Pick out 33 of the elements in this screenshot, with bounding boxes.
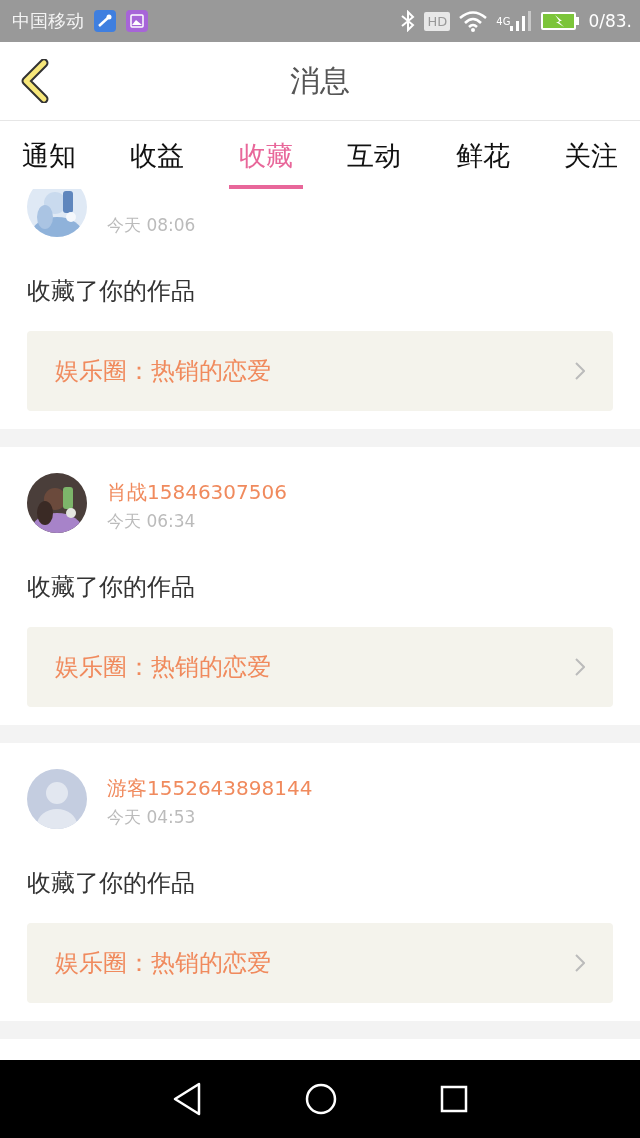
carrier-name: 中国移动: [12, 9, 84, 33]
message-text: 收藏了你的作品: [27, 572, 196, 603]
bluetooth-icon: [400, 10, 417, 32]
home-nav-icon[interactable]: [305, 1083, 337, 1115]
message-text: 收藏了你的作品: [27, 868, 196, 899]
chevron-right-icon: [575, 954, 585, 972]
battery-level: 0/83.: [588, 11, 632, 31]
wifi-icon: [458, 10, 489, 32]
avatar-silhouette-icon: [27, 769, 87, 829]
message-time: 今天 04:53: [107, 806, 197, 829]
recents-nav-icon[interactable]: [440, 1085, 469, 1113]
gallery-notification-icon: [126, 10, 148, 32]
tab[interactable]: 互动: [337, 121, 412, 189]
work-link[interactable]: 娱乐圈：热销的恋爱: [27, 331, 613, 411]
back-nav-icon[interactable]: [171, 1082, 202, 1116]
network-type-label: 4G: [496, 16, 511, 27]
user-name[interactable]: 肖战15846307506: [107, 479, 287, 506]
signal-icon: [510, 10, 533, 32]
work-link[interactable]: 娱乐圈：热销的恋爱: [27, 923, 613, 1003]
chevron-right-icon: [575, 362, 585, 380]
message-text: 收藏了你的作品: [27, 276, 196, 307]
battery-icon: [540, 11, 581, 31]
tab[interactable]: 关注: [553, 121, 628, 189]
tab[interactable]: 鲜花: [445, 121, 520, 189]
tab[interactable]: 收益: [120, 121, 195, 189]
message-time: 今天 08:06: [107, 214, 196, 237]
page-title: 消息: [290, 61, 350, 100]
message-time: 今天 06:34: [107, 510, 197, 533]
tab[interactable]: 通知: [12, 121, 86, 189]
work-link[interactable]: 娱乐圈：热销的恋爱: [27, 627, 613, 707]
user-name[interactable]: 游客1552643898144: [107, 775, 313, 802]
hd-badge: HD: [424, 11, 451, 31]
chevron-right-icon: [575, 658, 585, 676]
